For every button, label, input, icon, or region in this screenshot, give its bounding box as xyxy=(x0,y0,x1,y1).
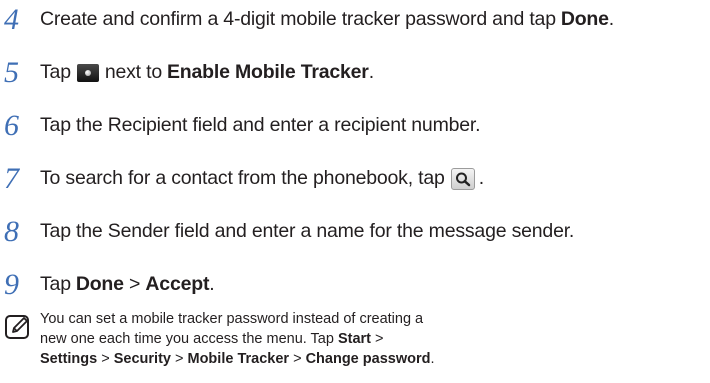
step-number: 5 xyxy=(4,56,19,89)
step-text: Tap Done > Accept. xyxy=(40,273,215,296)
note-line-2: new one each time you access the menu. T… xyxy=(40,329,700,349)
note-bold: Mobile Tracker xyxy=(187,351,290,367)
note-bold: Change password xyxy=(305,351,431,367)
step-number: 8 xyxy=(4,215,19,248)
step-text: Create and confirm a 4-digit mobile trac… xyxy=(40,10,614,30)
step-text-plain: Tap xyxy=(40,273,71,296)
note-pencil-icon xyxy=(5,315,29,339)
step-text-bold: Accept xyxy=(145,273,210,296)
note-sep: > xyxy=(97,351,114,367)
step-text: To search for a contact from the phonebo… xyxy=(40,168,484,190)
note-sep: > xyxy=(170,351,188,367)
note-text: You can set a mobile tracker password in… xyxy=(40,309,700,369)
step-text-plain: Tap xyxy=(40,61,71,84)
step-number: 6 xyxy=(4,109,19,142)
toggle-icon xyxy=(76,64,99,82)
step-text-end: . xyxy=(368,61,374,84)
note-end: . xyxy=(430,351,435,367)
step-number: 4 xyxy=(4,3,19,36)
step-text-end: . xyxy=(608,8,615,31)
note-line-1: You can set a mobile tracker password in… xyxy=(40,311,424,327)
search-icon xyxy=(450,168,475,190)
note-bold: Start xyxy=(337,331,372,347)
step-text-plain: Create and confirm a 4-digit mobile trac… xyxy=(40,8,556,31)
note-bold: Settings xyxy=(40,351,98,367)
step-text-end: . xyxy=(478,167,484,190)
step-text-sep: > xyxy=(123,273,146,296)
step-text: Tap the Sender field and enter a name fo… xyxy=(40,220,575,243)
step-text-end: . xyxy=(209,273,215,296)
note-line-3: Settings > Security > Mobile Tracker > C… xyxy=(40,349,700,369)
step-text-plain: To search for a contact from the phonebo… xyxy=(40,167,445,190)
step-text-bold: Done xyxy=(560,8,609,31)
note-sep: > xyxy=(371,331,384,347)
step-text: Tap the Recipient field and enter a reci… xyxy=(40,114,481,137)
step-text-plain: next to xyxy=(104,61,162,84)
step-text: Tap next to Enable Mobile Tracker. xyxy=(40,63,374,83)
note-line-text: new one each time you access the menu. T… xyxy=(40,331,338,347)
step-number: 7 xyxy=(4,162,19,195)
note-bold: Security xyxy=(113,351,171,367)
step-text-bold: Done xyxy=(75,273,124,296)
note-sep: > xyxy=(289,351,306,367)
step-number: 9 xyxy=(4,268,19,301)
step-text-bold: Enable Mobile Tracker xyxy=(166,61,369,84)
